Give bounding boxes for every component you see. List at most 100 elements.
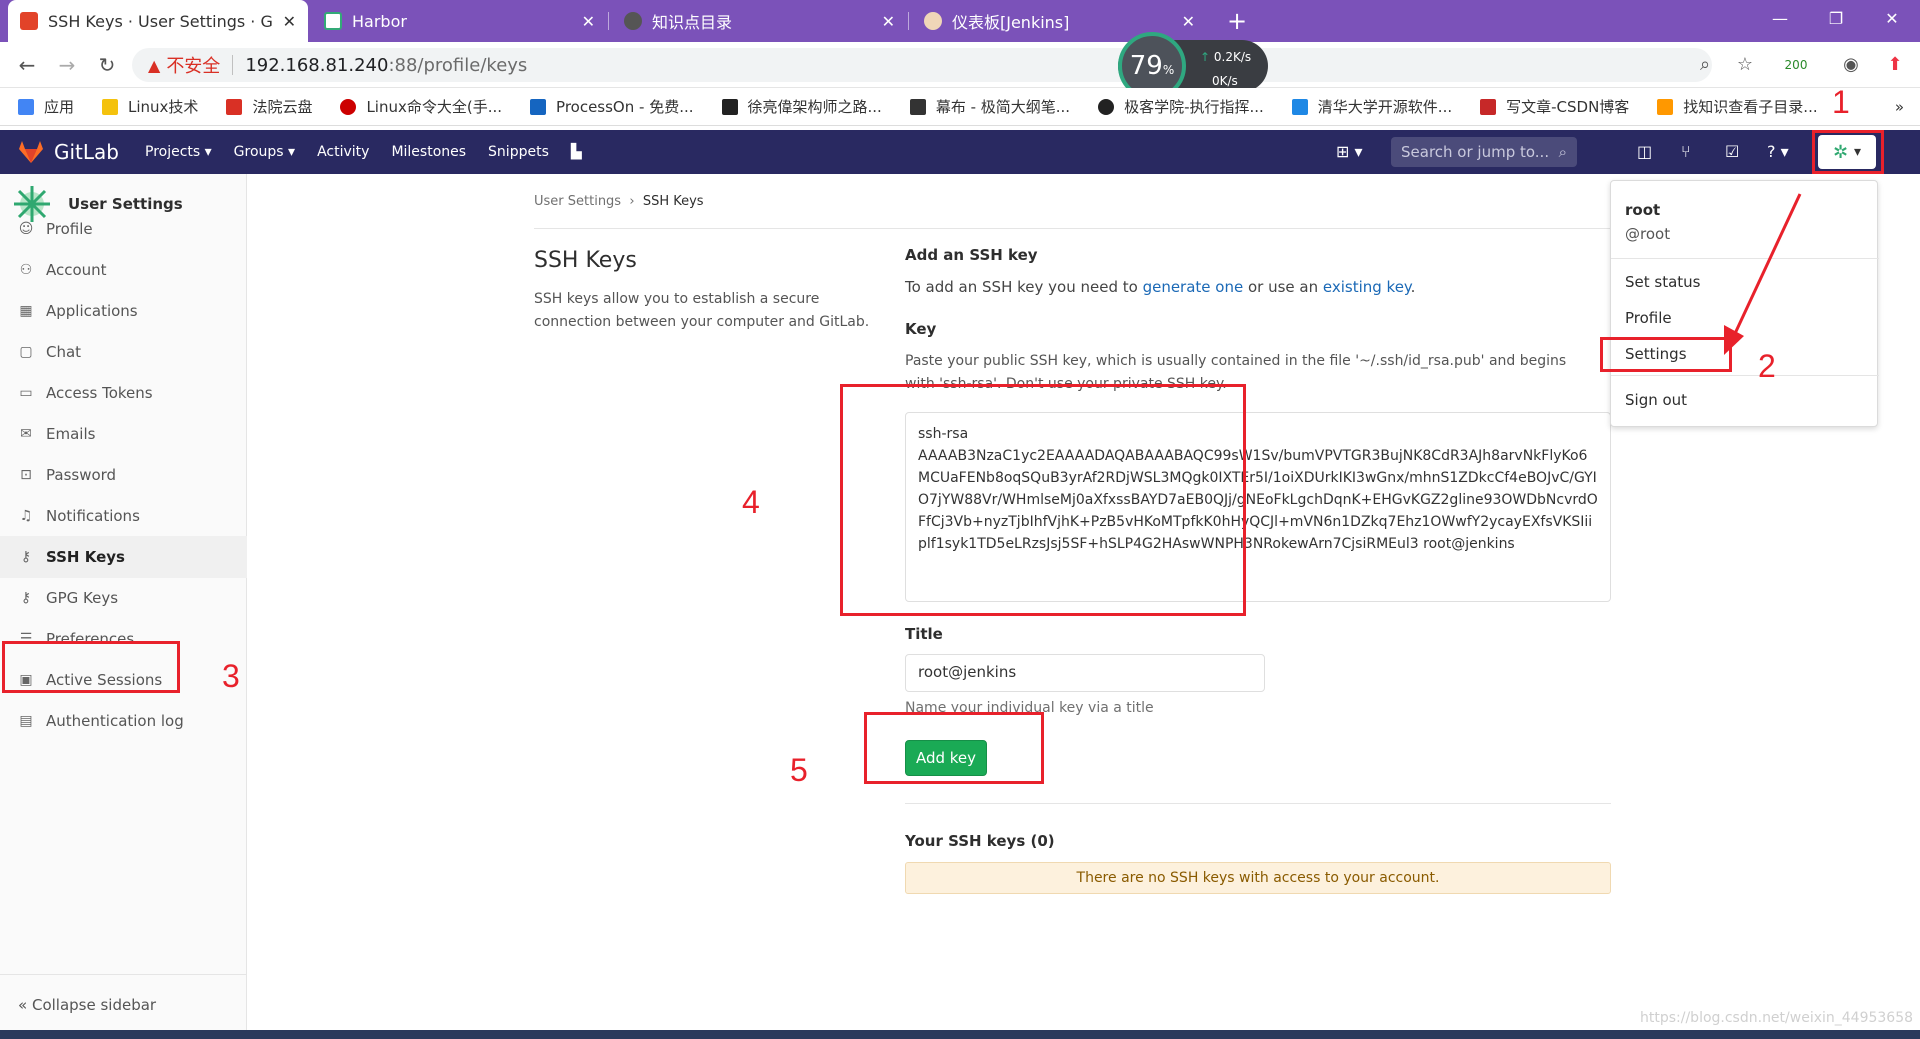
add-key-instructions: To add an SSH key you need to generate o… <box>905 278 1415 296</box>
sidebar-item-emails[interactable]: ✉ Emails <box>0 413 247 455</box>
dropdown-sign-out[interactable]: Sign out <box>1625 391 1687 409</box>
sidebar-item-applications[interactable]: ▦ Applications <box>0 290 247 332</box>
extension-badge[interactable]: 200 <box>1774 50 1818 80</box>
search-input[interactable]: Search or jump to... ⌕ <box>1391 137 1577 167</box>
bookmark-item[interactable]: 找知识查看子目录... <box>1657 96 1818 117</box>
bookmark-item[interactable]: 写文章-CSDN博客 <box>1480 96 1629 117</box>
generate-one-link[interactable]: generate one <box>1143 278 1244 296</box>
sidebar-item-label: Applications <box>46 302 138 320</box>
collapse-sidebar-button[interactable]: « Collapse sidebar <box>18 996 156 1014</box>
title-label: Title <box>905 625 943 643</box>
existing-key-link[interactable]: existing key <box>1323 278 1411 296</box>
help-icon[interactable]: ? ▾ <box>1767 142 1789 161</box>
insecure-label[interactable]: 不安全 <box>166 52 220 78</box>
annotation-number-1: 1 <box>1832 84 1850 120</box>
bookmark-label: 清华大学开源软件... <box>1317 98 1453 116</box>
more-bookmarks-button[interactable]: » <box>1895 98 1904 116</box>
sidebar-item-authentication-log[interactable]: ▤ Authentication log <box>0 700 247 742</box>
folder-icon <box>102 98 119 115</box>
sidebar-item-access-tokens[interactable]: ▭ Access Tokens <box>0 372 247 414</box>
tab-close-icon[interactable]: ✕ <box>582 12 595 31</box>
jenkins-favicon-icon <box>924 12 942 30</box>
sidebar-item-account[interactable]: ⚇ Account <box>0 249 247 291</box>
sidebar-item-password[interactable]: ⊡ Password <box>0 454 247 496</box>
url-separator <box>232 55 234 75</box>
key-icon: ⚷ <box>20 549 32 565</box>
breadcrumb-divider <box>534 228 1614 229</box>
menu-milestones[interactable]: Milestones <box>391 144 466 160</box>
bookmark-label: 极客学院-执行指挥... <box>1124 98 1264 116</box>
title-field[interactable]: root@jenkins <box>905 654 1265 692</box>
breadcrumb-parent[interactable]: User Settings <box>534 194 621 209</box>
url-host: 192.168.81.240 <box>245 54 389 76</box>
address-bar-row: ← → ↻ ▲ 不安全 192.168.81.240 :88/profile/k… <box>0 42 1920 88</box>
back-arrow-icon[interactable]: ← <box>12 50 42 80</box>
bookmark-item[interactable]: Linux技术 <box>102 96 198 117</box>
sidebar-item-notifications[interactable]: ♫ Notifications <box>0 495 247 537</box>
tab-separator <box>608 12 609 30</box>
court-cloud-icon <box>226 98 243 115</box>
bookmark-item[interactable]: ProcessOn - 免费... <box>530 96 694 117</box>
bookmarks-bar: 应用 Linux技术 法院云盘 Linux命令大全(手... ProcessOn… <box>0 88 1920 126</box>
bookmark-item[interactable]: 极客学院-执行指挥... <box>1098 96 1264 117</box>
tab-gitlab[interactable]: SSH Keys · User Settings · GitL ✕ <box>8 0 308 42</box>
sidebar-item-profile[interactable]: ☺ Profile <box>0 208 247 250</box>
sidebar-divider <box>0 974 247 975</box>
annotation-box-4 <box>840 384 1246 616</box>
breadcrumb: User Settings › SSH Keys <box>534 194 704 209</box>
profile-avatar-icon[interactable]: ◉ <box>1836 50 1866 80</box>
bookmark-item[interactable]: 应用 <box>18 96 74 117</box>
sidebar-item-gpg-keys[interactable]: ⚷ GPG Keys <box>0 577 247 619</box>
search-icon: ⌕ <box>1558 143 1567 161</box>
tab-close-icon[interactable]: ✕ <box>882 12 895 31</box>
dropdown-profile[interactable]: Profile <box>1625 309 1672 327</box>
annotation-number-4: 4 <box>742 484 760 520</box>
tab-close-icon[interactable]: ✕ <box>1182 12 1195 31</box>
forward-arrow-icon[interactable]: → <box>52 50 82 80</box>
merge-request-icon[interactable]: ⑂ <box>1681 142 1691 161</box>
bookmark-item[interactable]: Linux命令大全(手... <box>340 96 502 117</box>
menu-snippets[interactable]: Snippets <box>488 144 549 160</box>
zoom-icon[interactable]: ⌕ <box>1690 50 1720 80</box>
reload-icon[interactable]: ↻ <box>92 50 122 80</box>
menu-projects[interactable]: Projects ▾ <box>145 144 212 160</box>
bookmark-item[interactable]: 徐亮偉架构师之路... <box>721 96 882 117</box>
tab-close-icon[interactable]: ✕ <box>283 12 296 31</box>
annotation-box-2 <box>1600 337 1732 372</box>
breadcrumb-current[interactable]: SSH Keys <box>643 194 704 209</box>
gitlab-favicon-icon <box>20 12 38 30</box>
bookmark-label: Linux技术 <box>128 98 199 116</box>
minimize-button[interactable]: — <box>1752 0 1808 42</box>
tab-knowledge[interactable]: 知识点目录 ✕ <box>612 0 907 42</box>
tab-label: Harbor <box>352 11 407 31</box>
close-window-button[interactable]: ✕ <box>1864 0 1920 42</box>
tab-harbor[interactable]: Harbor ✕ <box>312 0 607 42</box>
maximize-button[interactable]: ❐ <box>1808 0 1864 42</box>
bookmark-item[interactable]: 幕布 - 极简大纲笔... <box>909 96 1070 117</box>
url-field[interactable]: ▲ 不安全 192.168.81.240 :88/profile/keys <box>132 48 1712 82</box>
update-icon[interactable]: ⬆ <box>1880 50 1910 80</box>
bookmark-star-icon[interactable]: ☆ <box>1730 50 1760 80</box>
bookmark-label: Linux命令大全(手... <box>366 98 503 116</box>
issues-icon[interactable]: ◫ <box>1637 142 1652 161</box>
section-divider <box>905 803 1611 804</box>
geek-icon <box>1098 98 1115 115</box>
plus-dropdown-icon[interactable]: ⊞ ▾ <box>1336 142 1363 161</box>
sidebar-item-chat[interactable]: ▢ Chat <box>0 331 247 373</box>
todo-icon[interactable]: ☑ <box>1725 142 1739 161</box>
chart-icon[interactable]: ▙ <box>571 144 582 160</box>
speed-percent: 79 <box>1129 51 1163 81</box>
instruction-text: To add an SSH key you need to <box>905 278 1143 296</box>
menu-groups[interactable]: Groups ▾ <box>234 144 295 160</box>
menu-activity[interactable]: Activity <box>317 144 369 160</box>
new-tab-button[interactable]: + <box>1222 6 1252 36</box>
bookmark-item[interactable]: 清华大学开源软件... <box>1291 96 1453 117</box>
bookmark-item[interactable]: 法院云盘 <box>226 96 312 117</box>
dropdown-set-status[interactable]: Set status <box>1625 273 1701 291</box>
processon-icon <box>530 98 547 115</box>
gitlab-home-link[interactable]: GitLab <box>18 140 119 164</box>
sidebar-item-ssh-keys[interactable]: ⚷ SSH Keys <box>0 536 247 578</box>
email-icon: ✉ <box>20 426 32 442</box>
account-icon: ⚇ <box>19 262 33 278</box>
applications-icon: ▦ <box>19 303 33 319</box>
